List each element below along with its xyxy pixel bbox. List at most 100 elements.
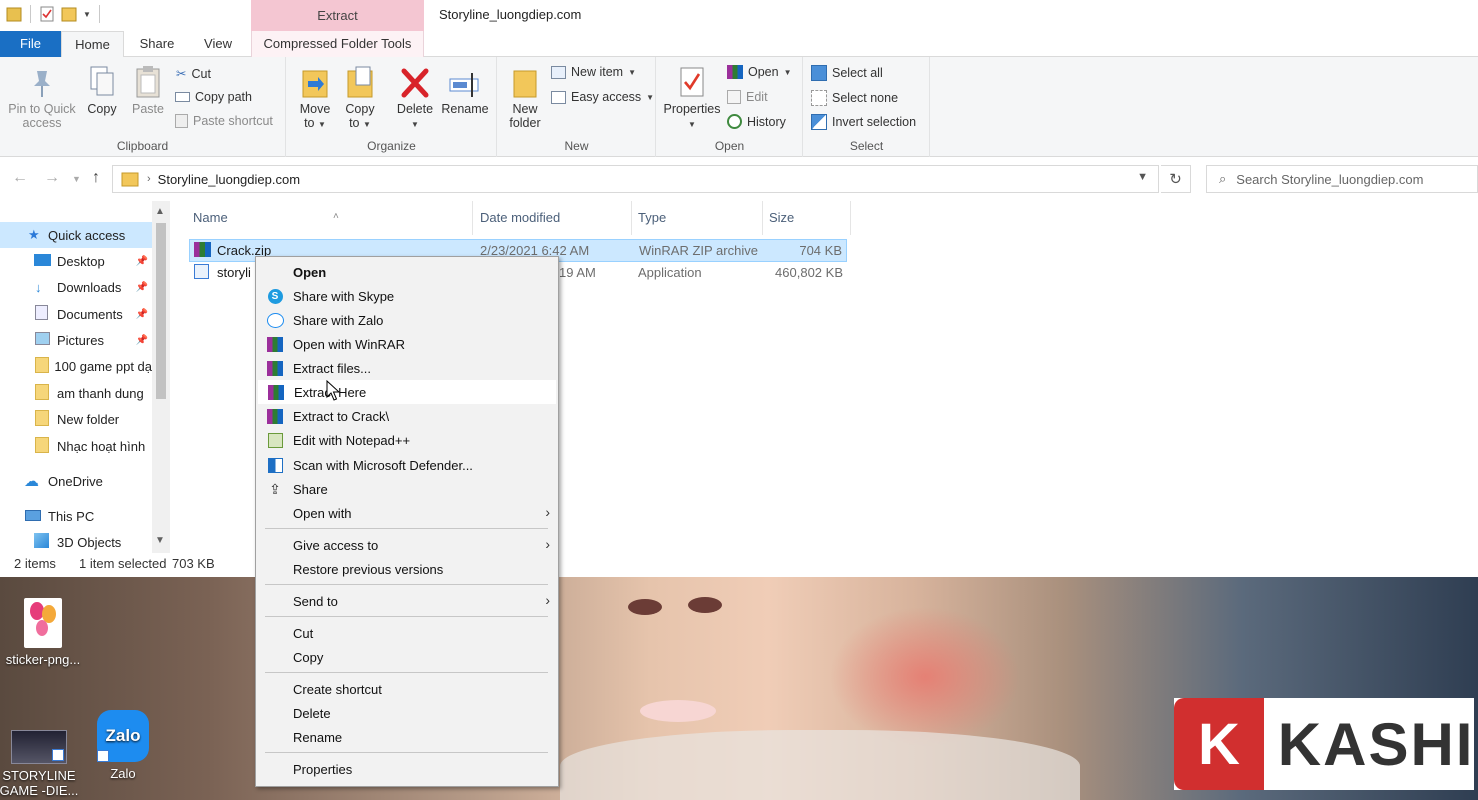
tab-home[interactable]: Home bbox=[61, 31, 124, 58]
back-arrow-icon[interactable]: ← bbox=[12, 169, 28, 187]
cut-button[interactable]: ✂ Cut bbox=[176, 66, 211, 82]
tab-file[interactable]: File bbox=[0, 31, 61, 57]
menu-item-open-with[interactable]: Open with › bbox=[258, 501, 556, 525]
nav-folder-am-thanh[interactable]: am thanh dung bbox=[0, 380, 152, 406]
nav-label: 3D Objects bbox=[57, 534, 122, 550]
menu-item-cut[interactable]: Cut bbox=[258, 621, 556, 645]
breadcrumb-path[interactable]: Storyline_luongdiep.com bbox=[158, 172, 300, 187]
nav-folder-100-game[interactable]: 100 game ppt dạ bbox=[0, 353, 152, 379]
select-none-button[interactable]: Select none bbox=[811, 90, 898, 106]
nav-pictures[interactable]: Pictures 📌 bbox=[0, 327, 152, 353]
file-size: 460,802 KB bbox=[775, 265, 843, 280]
nav-this-pc[interactable]: This PC bbox=[0, 503, 152, 529]
menu-item-send-to[interactable]: Send to › bbox=[258, 589, 556, 613]
open-button[interactable]: Open ▼ bbox=[727, 65, 792, 79]
new-item-button[interactable]: New item ▼ bbox=[551, 65, 636, 79]
nav-3d-objects[interactable]: 3D Objects bbox=[0, 529, 152, 555]
copy-path-button[interactable]: Copy path bbox=[175, 90, 252, 104]
title-bar: ▼ Extract Storyline_luongdiep.com bbox=[0, 0, 1478, 31]
edit-button[interactable]: Edit bbox=[727, 90, 768, 104]
menu-item-properties[interactable]: Properties bbox=[258, 757, 556, 781]
menu-item-extract-to-crack[interactable]: Extract to Crack\ bbox=[258, 404, 556, 428]
paste-button[interactable]: Paste bbox=[126, 63, 170, 116]
history-button[interactable]: History bbox=[727, 114, 786, 129]
new-folder-icon[interactable] bbox=[61, 5, 77, 23]
desktop-icon-zalo[interactable]: Zalo Zalo bbox=[80, 710, 166, 781]
paste-shortcut-label: Paste shortcut bbox=[193, 114, 273, 128]
menu-item-scan-defender[interactable]: Scan with Microsoft Defender... bbox=[258, 453, 556, 477]
menu-item-copy[interactable]: Copy bbox=[258, 645, 556, 669]
column-header-date[interactable]: Date modified bbox=[470, 201, 632, 235]
menu-item-share[interactable]: ⇪ Share bbox=[258, 477, 556, 501]
copy-to-button[interactable]: Copy to ▼ bbox=[340, 63, 380, 132]
column-header-type[interactable]: Type bbox=[628, 201, 763, 235]
menu-item-share-skype[interactable]: S Share with Skype bbox=[258, 284, 556, 308]
tab-view[interactable]: View bbox=[190, 31, 246, 57]
column-header-size[interactable]: Size bbox=[759, 201, 851, 235]
pin-quick-access-button[interactable]: Pin to Quick access bbox=[4, 63, 80, 130]
move-to-button[interactable]: Move to ▼ bbox=[295, 63, 335, 132]
navigation-scrollbar[interactable]: ▲ ▼ bbox=[152, 201, 170, 553]
refresh-button[interactable]: ↻ bbox=[1161, 165, 1191, 193]
address-bar[interactable]: › Storyline_luongdiep.com ▼ bbox=[112, 165, 1159, 193]
menu-item-edit-notepadpp[interactable]: Edit with Notepad++ bbox=[258, 428, 556, 452]
delete-button[interactable]: Delete ▼ bbox=[392, 63, 438, 132]
invert-selection-button[interactable]: Invert selection bbox=[811, 114, 916, 130]
properties-button[interactable]: Properties ▼ bbox=[661, 63, 723, 132]
nav-downloads[interactable]: ↓ Downloads 📌 bbox=[0, 274, 152, 300]
chevron-down-icon: ▼ bbox=[411, 120, 419, 129]
tab-share[interactable]: Share bbox=[130, 31, 184, 57]
menu-item-delete[interactable]: Delete bbox=[258, 701, 556, 725]
toolbar-divider bbox=[98, 5, 100, 23]
nav-folder-nhac-hoat-hinh[interactable]: Nhạc hoạt hình bbox=[0, 433, 152, 459]
copy-button[interactable]: Copy bbox=[82, 63, 122, 116]
scrollbar-thumb[interactable] bbox=[156, 223, 166, 399]
menu-item-share-zalo[interactable]: Share with Zalo bbox=[258, 308, 556, 332]
nav-documents[interactable]: Documents 📌 bbox=[0, 301, 152, 327]
nav-onedrive[interactable]: ☁ OneDrive bbox=[0, 468, 152, 494]
scroll-down-icon[interactable]: ▼ bbox=[155, 535, 165, 546]
search-box[interactable]: ⌕ Search Storyline_luongdiep.com bbox=[1206, 165, 1478, 193]
menu-item-create-shortcut[interactable]: Create shortcut bbox=[258, 677, 556, 701]
forward-arrow-icon[interactable]: → bbox=[44, 169, 60, 187]
chevron-down-icon[interactable]: ▼ bbox=[72, 174, 81, 184]
column-type-label: Type bbox=[638, 210, 667, 225]
desktop-icon-storyline[interactable]: STORYLINE GAME -DIE... bbox=[0, 730, 82, 798]
menu-item-open[interactable]: Open bbox=[258, 260, 556, 284]
menu-item-extract-here[interactable]: Extract Here bbox=[258, 380, 556, 404]
menu-item-restore-versions[interactable]: Restore previous versions bbox=[258, 557, 556, 581]
menu-item-label: Edit with Notepad++ bbox=[293, 432, 411, 448]
ribbon-group-clipboard: Pin to Quick access Copy Paste ✂ Cut Cop… bbox=[0, 57, 286, 157]
chevron-down-icon[interactable]: ▼ bbox=[1137, 171, 1148, 183]
nav-desktop[interactable]: Desktop 📌 bbox=[0, 248, 152, 274]
desktop-icon-sticker[interactable]: sticker-png... bbox=[0, 598, 86, 667]
nav-folder-new-folder[interactable]: New folder bbox=[0, 406, 152, 432]
properties-check-icon[interactable] bbox=[39, 5, 55, 23]
menu-item-extract-files[interactable]: Extract files... bbox=[258, 356, 556, 380]
nav-quick-access[interactable]: ★ Quick access bbox=[0, 222, 152, 248]
desktop-icon bbox=[34, 253, 57, 269]
new-folder-button[interactable]: New folder bbox=[504, 63, 546, 130]
chevron-down-icon[interactable]: ▼ bbox=[83, 10, 91, 19]
menu-item-label: Cut bbox=[293, 625, 314, 641]
properties-check-icon bbox=[661, 63, 723, 99]
folder-icon bbox=[6, 7, 22, 22]
copy-path-label: Copy path bbox=[195, 90, 252, 104]
column-header-name[interactable]: Name ˄ bbox=[183, 201, 473, 235]
copy-folder-icon bbox=[340, 63, 380, 99]
status-selected: 1 item selected bbox=[79, 556, 167, 571]
menu-item-give-access[interactable]: Give access to › bbox=[258, 533, 556, 557]
easy-access-button[interactable]: Easy access ▼ bbox=[551, 90, 654, 104]
group-label-new: New bbox=[564, 139, 589, 153]
winrar-icon bbox=[266, 335, 284, 353]
menu-item-rename[interactable]: Rename bbox=[258, 725, 556, 749]
scroll-up-icon[interactable]: ▲ bbox=[155, 206, 165, 217]
tab-compressed-folder-tools[interactable]: Compressed Folder Tools bbox=[251, 31, 424, 57]
select-all-button[interactable]: Select all bbox=[811, 65, 883, 81]
rename-button[interactable]: Rename bbox=[439, 63, 491, 116]
paste-shortcut-button[interactable]: Paste shortcut bbox=[175, 114, 273, 128]
up-arrow-icon[interactable]: ↑ bbox=[92, 169, 100, 187]
desktop-icon-label: STORYLINE GAME -DIE... bbox=[0, 768, 79, 798]
menu-item-open-winrar[interactable]: Open with WinRAR bbox=[258, 332, 556, 356]
nav-label: Quick access bbox=[48, 227, 126, 243]
